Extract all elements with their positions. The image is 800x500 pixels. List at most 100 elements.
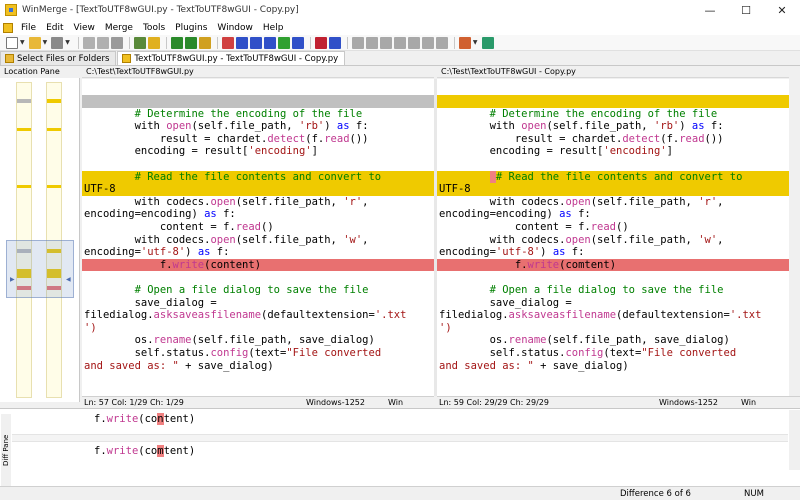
code-line: os.rename(self.file_path, save_dialog) [84, 334, 375, 347]
save-dropdown-caret-icon[interactable]: ▼ [65, 39, 70, 46]
tab-label: TextToUTF8wGUI.py - TextToUTF8wGUI - Cop… [134, 53, 339, 64]
code-line: # Determine the encoding of the file [439, 107, 718, 120]
right-code-pane[interactable]: # Determine the encoding of the file wit… [437, 79, 789, 396]
menu-window[interactable]: Window [212, 23, 258, 33]
code-line: content = f.read() [84, 221, 274, 233]
prev-diff-icon[interactable] [184, 36, 197, 49]
diff-pane-separator[interactable] [12, 434, 788, 442]
code-line: with open(self.file_path, 'rb') as f: [84, 120, 369, 133]
diff-line-right: f.write(comtent) [94, 445, 196, 457]
align-right-icon[interactable] [365, 36, 378, 49]
undo-icon[interactable] [82, 36, 95, 49]
copy-left-advance-icon[interactable] [263, 36, 276, 49]
menu-view[interactable]: View [69, 23, 100, 33]
window-controls: — ☐ ✕ [692, 0, 800, 20]
options-icon[interactable] [458, 36, 471, 49]
code-line: encoding='utf-8') as f: [439, 246, 585, 259]
copy-right-icon[interactable] [221, 36, 234, 49]
copy-all-right-icon[interactable] [277, 36, 290, 49]
left-encoding[interactable]: Windows-1252 [304, 397, 386, 408]
code-line: UTF-8 [82, 183, 434, 196]
left-pane-status: Ln: 57 Col: 1/29 Ch: 1/29 Windows-1252 W… [82, 396, 434, 408]
align-center-icon[interactable] [435, 36, 448, 49]
open-folder-icon[interactable] [28, 36, 41, 49]
tab-file-compare[interactable]: TextToUTF8wGUI.py - TextToUTF8wGUI - Cop… [117, 51, 346, 65]
align-left-icon[interactable] [351, 36, 364, 49]
align-down-icon[interactable] [393, 36, 406, 49]
right-eol[interactable]: Win [739, 397, 779, 408]
toolbar-separator [77, 36, 79, 49]
code-line: os.rename(self.file_path, save_dialog) [439, 334, 730, 347]
merge-icon-1[interactable] [314, 36, 327, 49]
folder-icon [5, 54, 14, 63]
right-encoding[interactable]: Windows-1252 [657, 397, 739, 408]
code-line: f.write(comtent) [437, 258, 789, 272]
right-file-path: C:\Test\TextToUTF8wGUI - Copy.py [437, 66, 789, 78]
code-line: f.write(content) [82, 258, 434, 272]
code-line: and saved as: " + save_dialog) [439, 359, 629, 372]
code-line: # Read the file contents and convert to [437, 170, 789, 184]
first-diff-icon[interactable] [147, 36, 160, 49]
diff-marker [47, 185, 61, 188]
code-line: save_dialog = [439, 296, 572, 309]
merge-icon-2[interactable] [328, 36, 341, 49]
compare-icon[interactable] [133, 36, 146, 49]
code-line: with codecs.open(self.file_path, 'w', [84, 233, 369, 246]
menu-plugins[interactable]: Plugins [170, 23, 212, 33]
diff-pane-scrollbar[interactable] [789, 410, 800, 470]
menu-tools[interactable]: Tools [138, 23, 170, 33]
maximize-button[interactable]: ☐ [728, 0, 764, 20]
document-menu-icon[interactable] [3, 22, 13, 33]
toolbar-separator [453, 36, 455, 49]
left-code-pane[interactable]: # Determine the encoding of the file wit… [82, 79, 434, 396]
code-line [437, 95, 789, 108]
diff-marker [47, 128, 61, 131]
right-pane-status: Ln: 59 Col: 29/29 Ch: 29/29 Windows-1252… [437, 396, 800, 408]
code-line: filedialog.asksaveasfilename(defaultexte… [439, 309, 762, 322]
open-dropdown-caret-icon[interactable]: ▼ [43, 39, 48, 46]
code-line: result = chardet.detect(f.read()) [84, 132, 369, 145]
new-dropdown-caret-icon[interactable]: ▼ [20, 39, 25, 46]
location-viewport[interactable] [6, 240, 74, 298]
menu-bar: File Edit View Merge Tools Plugins Windo… [0, 20, 800, 35]
code-line: save_dialog = [84, 296, 217, 309]
menu-merge[interactable]: Merge [100, 23, 138, 33]
close-button[interactable]: ✕ [764, 0, 800, 20]
current-diff-left-arrow-icon: ▶ [10, 276, 15, 283]
code-line: and saved as: " + save_dialog) [84, 359, 274, 372]
winmerge-app-icon [5, 4, 17, 16]
align-swap-icon[interactable] [421, 36, 434, 49]
menu-edit[interactable]: Edit [41, 23, 68, 33]
location-pane-title: Location Pane [0, 66, 80, 78]
location-pane[interactable]: ▶ ◀ [0, 78, 80, 402]
minimize-button[interactable]: — [692, 0, 728, 20]
copy-left-icon[interactable] [235, 36, 248, 49]
sync-icon[interactable] [481, 36, 494, 49]
next-diff-icon[interactable] [170, 36, 183, 49]
copy-right-advance-icon[interactable] [249, 36, 262, 49]
toolbar-separator [346, 36, 348, 49]
menu-file[interactable]: File [16, 23, 41, 33]
align-up-icon[interactable] [379, 36, 392, 49]
winmerge-window: WinMerge - [TextToUTF8wGUI.py - TextToUT… [0, 0, 800, 500]
code-line: content = f.read() [439, 221, 629, 233]
right-cursor-position: Ln: 59 Col: 29/29 Ch: 29/29 [439, 398, 549, 407]
last-diff-icon[interactable] [198, 36, 211, 49]
tab-select-files[interactable]: Select Files or Folders [0, 51, 117, 65]
code-line: # Open a file dialog to save the file [439, 284, 724, 296]
new-file-icon[interactable] [6, 36, 18, 49]
redo-icon[interactable] [96, 36, 109, 49]
code-line: self.status.config(text="File converted [84, 347, 382, 359]
align-both-icon[interactable] [407, 36, 420, 49]
menu-help[interactable]: Help [258, 23, 289, 33]
left-file-path: C:\Test\TextToUTF8wGUI.py [82, 66, 434, 78]
options-dropdown-caret-icon[interactable]: ▼ [473, 39, 478, 46]
left-eol[interactable]: Win [386, 397, 426, 408]
file-compare-icon [122, 54, 132, 63]
save-icon[interactable] [51, 36, 64, 49]
difference-counter: Difference 6 of 6 [620, 489, 691, 499]
toolbar: ▼ ▼ ▼ ▼ [0, 35, 800, 51]
copy-all-left-icon[interactable] [291, 36, 304, 49]
vertical-scrollbar[interactable] [789, 79, 800, 396]
refresh-icon[interactable] [110, 36, 123, 49]
